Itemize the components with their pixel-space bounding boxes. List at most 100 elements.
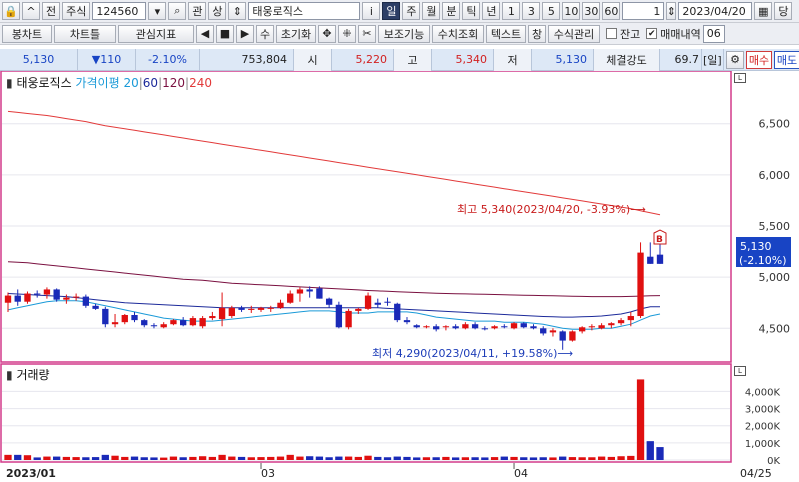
related-stock-button[interactable]: 상: [208, 2, 227, 20]
stock-info-button[interactable]: i: [362, 2, 381, 20]
candle-body: [34, 293, 41, 295]
interval-30-button[interactable]: 30: [582, 2, 601, 20]
interest-group-button[interactable]: 관: [188, 2, 207, 20]
volume-bar: [539, 457, 547, 460]
volume-bar: [568, 457, 577, 460]
candle-body: [335, 304, 343, 328]
price-panel-tag[interactable]: L: [734, 73, 746, 83]
candle-body: [238, 307, 245, 310]
balance-checkbox[interactable]: [606, 28, 617, 39]
period-day-tab[interactable]: 일: [382, 2, 401, 20]
main-toolbar: 🔒 ^ 전 주식 124560 ▾ ⌕ 관 상 ⇕ 태웅로직스 i 일 주 월 …: [0, 0, 799, 23]
ma20-legend: 20: [123, 76, 139, 90]
candle-body: [53, 289, 60, 300]
interval-3-button[interactable]: 3: [522, 2, 541, 20]
code-dropdown-icon[interactable]: ▾: [148, 2, 167, 20]
text-button[interactable]: 텍스트: [486, 24, 526, 43]
trade-history-checkbox[interactable]: ✔: [646, 28, 658, 39]
search-icon[interactable]: ⌕: [168, 2, 187, 20]
volume-bar: [646, 441, 654, 460]
candle-body: [248, 308, 255, 310]
price-tick-label: 6,500: [759, 118, 791, 131]
volume-panel-tag[interactable]: L: [734, 366, 746, 376]
price-change-pct: -2.10%: [148, 53, 187, 66]
scissors-icon[interactable]: ✂: [358, 24, 376, 43]
updown-spin-icon[interactable]: ⇕: [228, 2, 247, 20]
date-input[interactable]: 2023/04/20: [678, 2, 753, 20]
candle-body: [111, 322, 119, 325]
volume-bar: [169, 456, 178, 460]
candle-body: [43, 289, 51, 295]
interval-1-button[interactable]: 1: [502, 2, 521, 20]
count-button[interactable]: 수: [256, 24, 274, 43]
stop-icon[interactable]: ■: [216, 24, 234, 43]
scroll-right-icon[interactable]: ▶: [236, 24, 254, 43]
scroll-left-icon[interactable]: ◀: [196, 24, 214, 43]
strength-unit: [일]: [703, 53, 722, 67]
value-lookup-button[interactable]: 수치조회: [432, 24, 484, 43]
period-month-tab[interactable]: 월: [422, 2, 441, 20]
volume-bar: [160, 457, 168, 460]
interest-indicator-button[interactable]: 관심지표: [118, 24, 194, 43]
candle-body: [316, 288, 323, 299]
volume-bar: [111, 455, 119, 460]
market-all-button[interactable]: 전: [42, 2, 61, 20]
candle-body: [4, 295, 12, 303]
asset-type-select[interactable]: 주식: [62, 2, 91, 20]
volume-bar: [588, 457, 596, 460]
period-week-tab[interactable]: 주: [402, 2, 421, 20]
interval-60-button[interactable]: 60: [602, 2, 621, 20]
expand-up-icon[interactable]: ^: [22, 2, 40, 20]
interval-count-input[interactable]: 1: [622, 2, 665, 20]
lock-icon[interactable]: 🔒: [2, 2, 20, 20]
formula-manage-button[interactable]: 수식관리: [548, 24, 600, 43]
current-date-button[interactable]: 당: [774, 2, 793, 20]
move-tool-icon[interactable]: ✥: [318, 24, 336, 43]
reset-button[interactable]: 초기화: [276, 24, 316, 43]
candle-body: [588, 326, 596, 328]
volume-bar: [597, 456, 606, 460]
aux-function-button[interactable]: 보조기능: [378, 24, 430, 43]
candle-body: [423, 326, 430, 328]
candle-body: [180, 320, 187, 326]
sell-button[interactable]: 매도: [774, 50, 799, 69]
candle-body: [63, 297, 70, 300]
candle-chart-button[interactable]: 봉차트: [2, 24, 52, 43]
candle-body: [72, 296, 80, 298]
volume-bar: [451, 457, 460, 460]
candle-body: [656, 254, 664, 264]
tail-field[interactable]: 06: [702, 24, 725, 43]
period-tick-tab[interactable]: 틱: [462, 2, 481, 20]
period-minute-tab[interactable]: 분: [442, 2, 461, 20]
candle-body: [433, 326, 440, 330]
volume-bar: [549, 457, 557, 460]
volume-bar: [228, 456, 236, 460]
candle-body: [530, 326, 537, 329]
candle-body: [277, 302, 284, 308]
price-volume-chart[interactable]: 4,500 5,000 5,500 6,000 6,500 0K 1,000K 2,000K 3…: [0, 70, 799, 482]
volume-bar: [500, 456, 508, 460]
interval-spin-icon[interactable]: ⇕: [666, 2, 677, 20]
buy-button[interactable]: 매수: [746, 50, 772, 69]
chart-frame-button[interactable]: 차트틀: [54, 24, 116, 43]
candle-body: [228, 307, 235, 317]
crosshair-icon[interactable]: ⁜: [338, 24, 356, 43]
window-button[interactable]: 창: [528, 24, 546, 43]
calendar-icon[interactable]: ▦: [754, 2, 773, 20]
stock-name-field[interactable]: 태웅로직스: [248, 2, 361, 20]
candle-body: [345, 310, 352, 328]
settings-gear-icon[interactable]: ⚙: [726, 50, 744, 69]
candle-body: [374, 302, 381, 305]
volume-bar: [364, 455, 372, 460]
balance-label: 잔고: [620, 27, 641, 41]
chart-area[interactable]: 4,500 5,000 5,500 6,000 6,500 0K 1,000K 2,000K 3…: [0, 70, 799, 482]
price-legend-name: 태웅로직스: [16, 76, 72, 90]
volume-bar: [442, 456, 450, 460]
price-tick-label: 5,000: [759, 271, 791, 284]
volume-bar: [53, 456, 61, 460]
candle-body: [549, 330, 557, 333]
period-year-tab[interactable]: 년: [482, 2, 501, 20]
stock-code-input[interactable]: 124560: [92, 2, 147, 20]
interval-5-button[interactable]: 5: [542, 2, 561, 20]
interval-10-button[interactable]: 10: [562, 2, 581, 20]
